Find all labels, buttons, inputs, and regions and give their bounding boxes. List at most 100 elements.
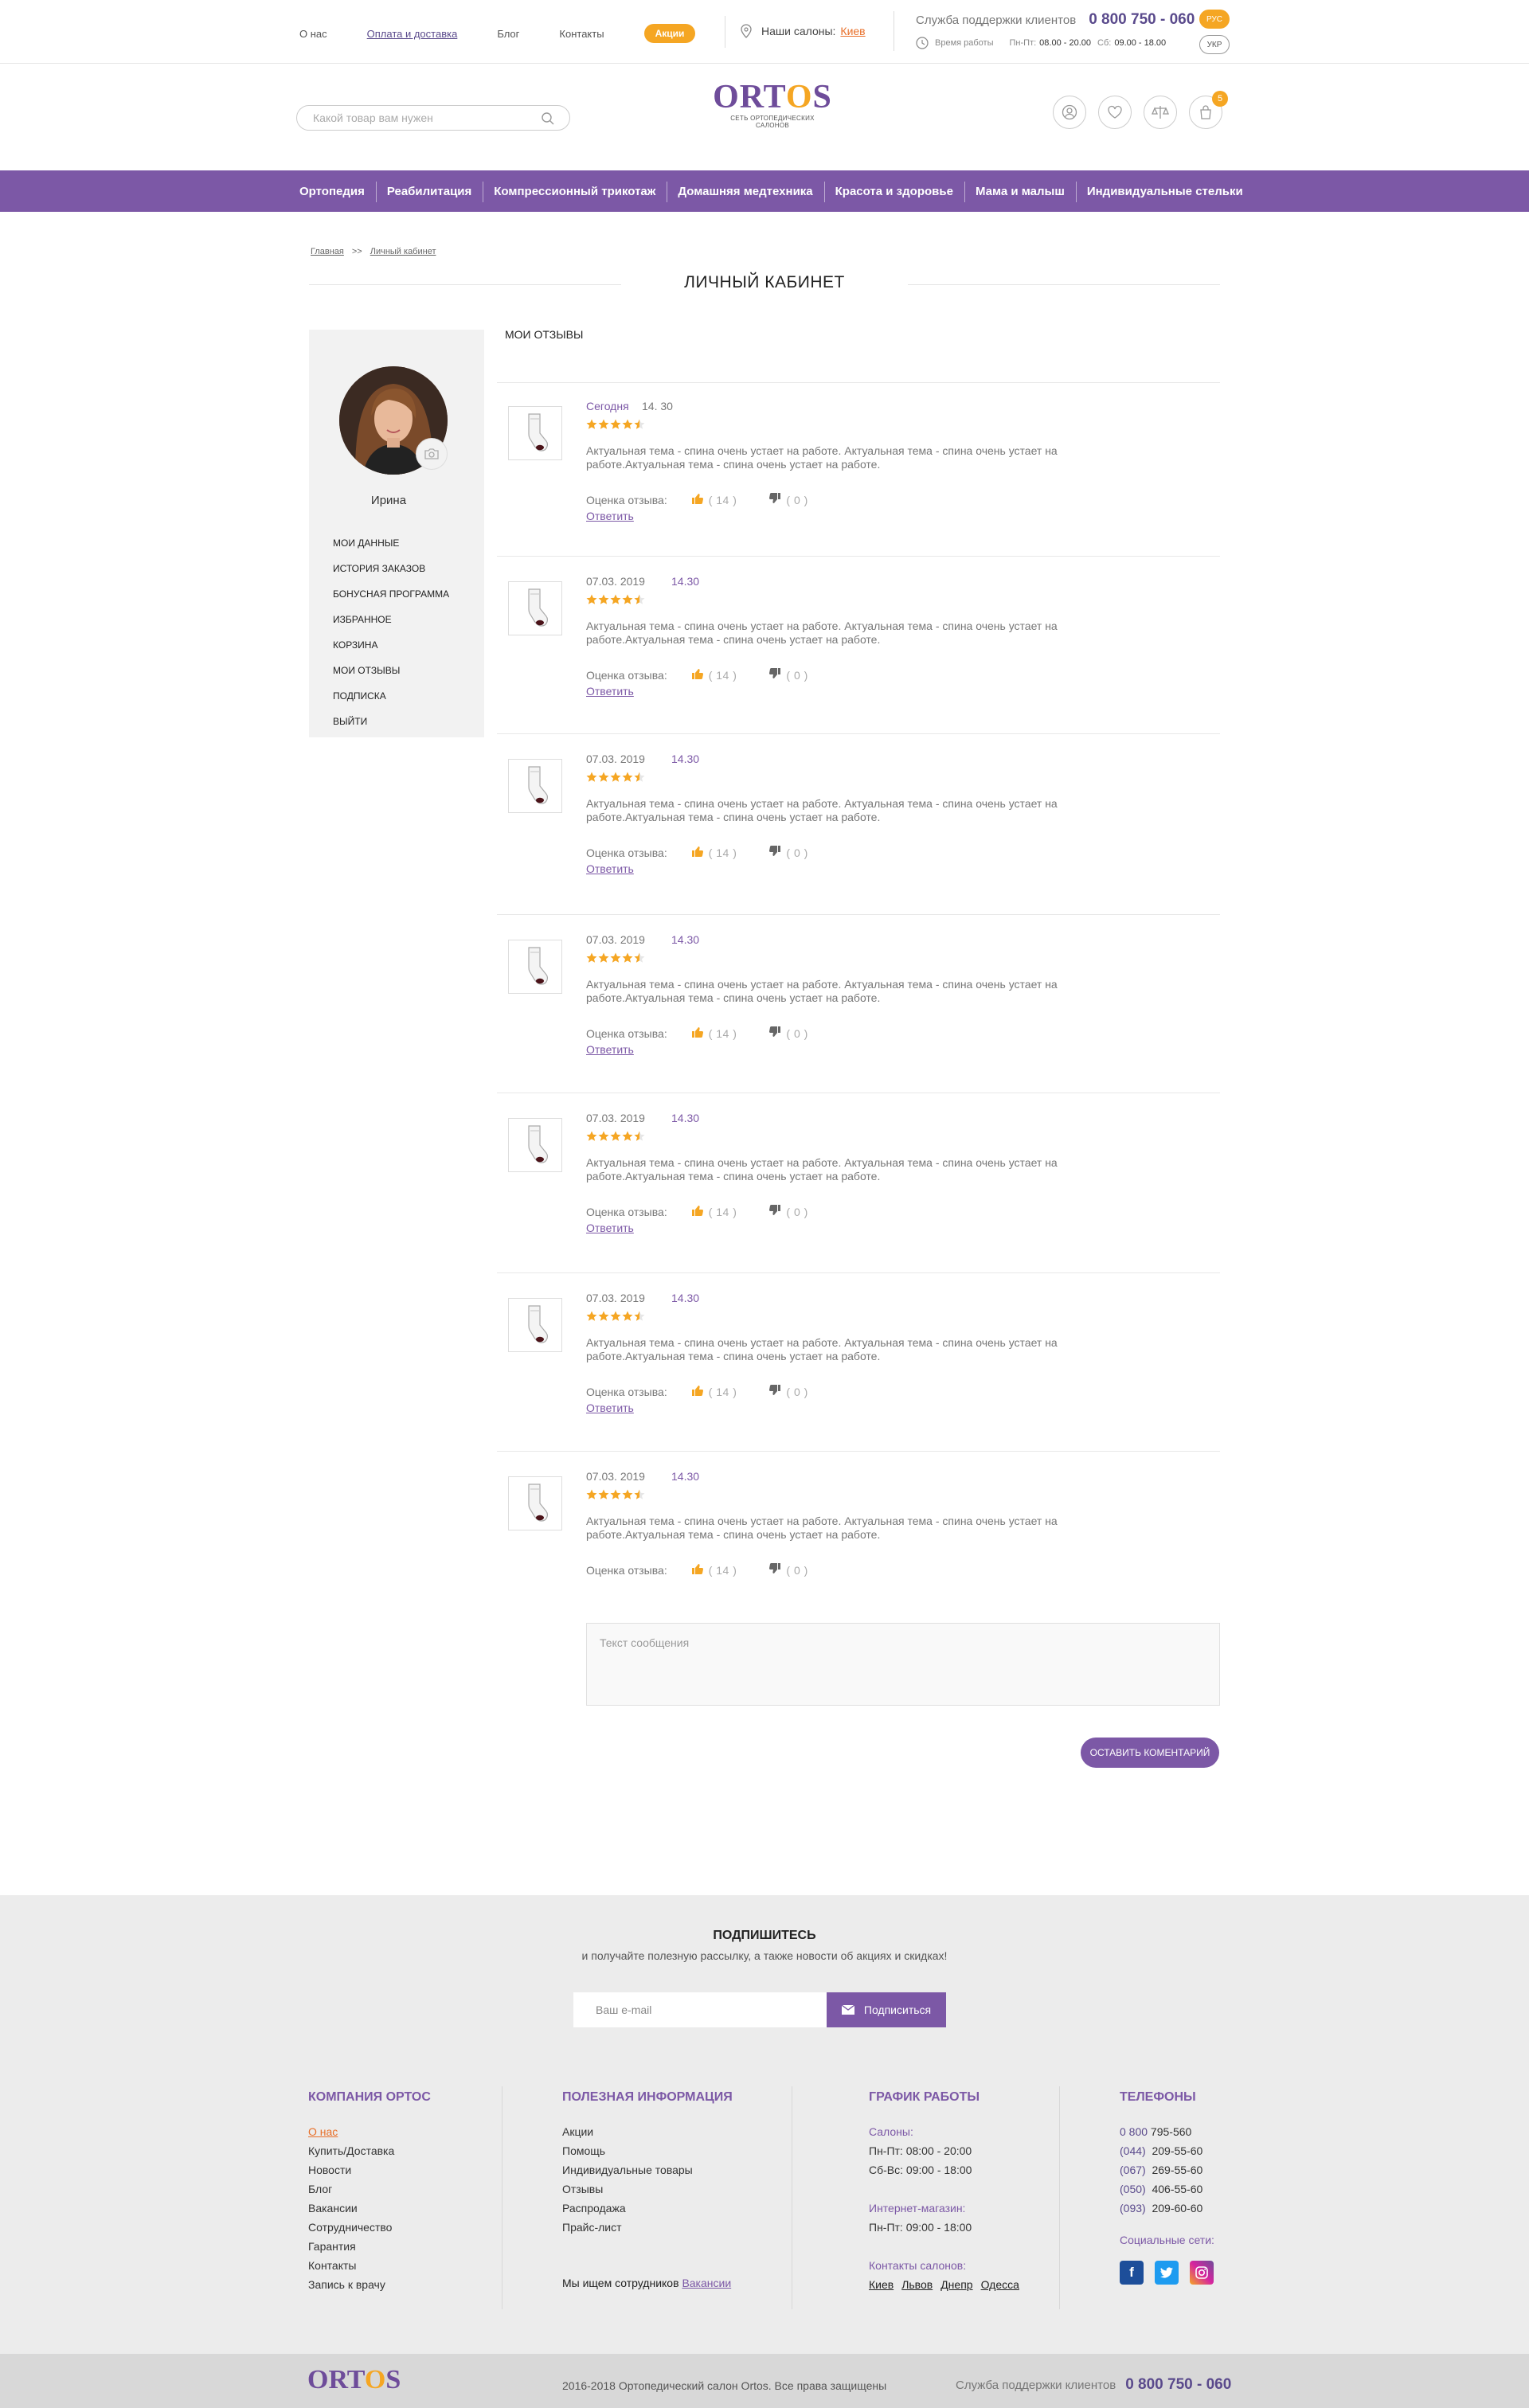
footer-link-help[interactable]: Помощь — [562, 2144, 733, 2164]
menu-item-bonus[interactable]: Бонусная программа — [333, 586, 449, 612]
jobs-link[interactable]: Вакансии — [682, 2277, 731, 2289]
footer-phone[interactable]: (044) 209-55-60 — [1120, 2144, 1225, 2164]
like-button[interactable]: ( 14 ) — [691, 845, 737, 860]
footer-logo[interactable]: ORTOS — [307, 2365, 401, 2395]
dislike-button[interactable]: ( 0 ) — [768, 492, 808, 507]
dislike-button[interactable]: ( 0 ) — [768, 667, 808, 682]
thumbs-up-icon — [691, 1384, 704, 1399]
footer-link-cooperation[interactable]: Сотрудничество — [308, 2221, 431, 2240]
product-thumbnail[interactable] — [508, 1476, 562, 1530]
nav-item-rehabilitation[interactable]: Реабилитация — [375, 181, 483, 202]
city-link-odesa[interactable]: Одесса — [981, 2278, 1019, 2291]
like-button[interactable]: ( 14 ) — [691, 1562, 737, 1577]
footer-link-appointment[interactable]: Запись к врачу — [308, 2278, 431, 2297]
footer-link-blog[interactable]: Блог — [308, 2183, 431, 2202]
menu-item-favorites[interactable]: Избранное — [333, 612, 449, 637]
product-thumbnail[interactable] — [508, 1118, 562, 1172]
top-link-contacts[interactable]: Контакты — [559, 28, 604, 40]
nav-item-compression[interactable]: Компрессионный трикотаж — [483, 181, 667, 202]
top-link-delivery[interactable]: Оплата и доставка — [367, 28, 458, 40]
like-button[interactable]: ( 14 ) — [691, 1026, 737, 1041]
product-thumbnail[interactable] — [508, 940, 562, 994]
support-phone[interactable]: 0 800 750 - 060 — [1089, 11, 1195, 28]
salons-label: Наши салоны: — [761, 25, 836, 37]
reply-link[interactable]: Ответить — [586, 685, 634, 698]
footer-link-reviews[interactable]: Отзывы — [562, 2183, 733, 2202]
menu-item-subscription[interactable]: Подписка — [333, 688, 449, 713]
menu-item-my-data[interactable]: Мои данные — [333, 535, 449, 561]
nav-item-insoles[interactable]: Индивидуальные стельки — [1075, 181, 1254, 202]
top-link-blog[interactable]: Блог — [497, 28, 519, 40]
twitter-icon[interactable] — [1155, 2261, 1179, 2285]
review-rating-controls: Оценка отзыва: ( 14 ) ( 0 ) — [586, 492, 808, 507]
footer-link-individual[interactable]: Индивидуальные товары — [562, 2164, 733, 2183]
like-button[interactable]: ( 14 ) — [691, 492, 737, 507]
email-field[interactable]: Ваш e-mail — [573, 1992, 827, 2027]
city-link[interactable]: Киев — [840, 25, 865, 37]
footer-link-contacts[interactable]: Контакты — [308, 2259, 431, 2278]
top-link-about[interactable]: О нас — [299, 28, 327, 40]
product-thumbnail[interactable] — [508, 406, 562, 460]
review-item: 07.03. 2019 14.30 Актуальная тема - спина … — [497, 575, 1220, 752]
menu-item-logout[interactable]: Выйти — [333, 713, 449, 739]
product-thumbnail[interactable] — [508, 759, 562, 813]
reply-link[interactable]: Ответить — [586, 1401, 634, 1414]
footer-link-news[interactable]: Новости — [308, 2164, 431, 2183]
footer-link-about[interactable]: О нас — [308, 2125, 431, 2144]
account-icon[interactable] — [1053, 96, 1086, 129]
reply-link[interactable]: Ответить — [586, 1043, 634, 1056]
nav-item-mom-baby[interactable]: Мама и малыш — [964, 181, 1076, 202]
nav-item-home-medtech[interactable]: Домашняя медтехника — [667, 181, 823, 202]
reply-link[interactable]: Ответить — [586, 510, 634, 522]
city-link-kyiv[interactable]: Киев — [869, 2278, 894, 2291]
site-logo[interactable]: ORTOS СЕТЬ ОРТОПЕДИЧЕСКИХ САЛОНОВ — [713, 80, 832, 129]
footer-link-sale[interactable]: Распродажа — [562, 2202, 733, 2221]
facebook-icon[interactable]: f — [1120, 2261, 1144, 2285]
nav-item-orthopedics[interactable]: Ортопедия — [299, 185, 376, 198]
footer-phone[interactable]: (050) 406-55-60 — [1120, 2183, 1225, 2202]
reply-link[interactable]: Ответить — [586, 862, 634, 875]
lang-ua-button[interactable]: УКР — [1199, 35, 1230, 54]
footer-company: КОМПАНИЯ ОРТОС О нас Купить/Доставка Нов… — [308, 2090, 431, 2297]
favorites-icon[interactable] — [1098, 96, 1132, 129]
bottom-phone[interactable]: 0 800 750 - 060 — [1125, 2376, 1231, 2393]
product-thumbnail[interactable] — [508, 1298, 562, 1352]
subscribe-button[interactable]: Подписиться — [827, 1992, 946, 2027]
nav-item-beauty-health[interactable]: Красота и здоровье — [823, 181, 964, 202]
search-input[interactable]: Какой товар вам нужен — [296, 105, 570, 131]
breadcrumb-home[interactable]: Главная — [311, 247, 344, 256]
breadcrumb-current[interactable]: Личный кабинет — [370, 247, 436, 256]
dislike-button[interactable]: ( 0 ) — [768, 1026, 808, 1041]
footer-link-promo[interactable]: Акции — [562, 2125, 733, 2144]
instagram-icon[interactable] — [1190, 2261, 1214, 2285]
menu-item-my-reviews[interactable]: Мои отзывы — [333, 663, 449, 688]
footer-phone[interactable]: (067) 269-55-60 — [1120, 2164, 1225, 2183]
dislike-button[interactable]: ( 0 ) — [768, 845, 808, 860]
lang-ru-button[interactable]: РУС — [1199, 10, 1230, 29]
camera-icon[interactable] — [416, 438, 448, 470]
city-link-lviv[interactable]: Львов — [901, 2278, 933, 2291]
dislike-button[interactable]: ( 0 ) — [768, 1384, 808, 1399]
menu-item-cart[interactable]: Корзина — [333, 637, 449, 663]
compare-icon[interactable] — [1144, 96, 1177, 129]
reply-link[interactable]: Ответить — [586, 1222, 634, 1234]
promo-button[interactable]: Акции — [643, 24, 696, 43]
dislike-button[interactable]: ( 0 ) — [768, 1562, 808, 1577]
search-icon[interactable] — [541, 111, 555, 126]
product-thumbnail[interactable] — [508, 581, 562, 635]
dislike-button[interactable]: ( 0 ) — [768, 1204, 808, 1219]
footer-link-buy[interactable]: Купить/Доставка — [308, 2144, 431, 2164]
like-button[interactable]: ( 14 ) — [691, 667, 737, 682]
page-title: ЛИЧНЫЙ КАБИНЕТ — [684, 273, 845, 291]
like-button[interactable]: ( 14 ) — [691, 1204, 737, 1219]
menu-item-order-history[interactable]: История заказов — [333, 561, 449, 586]
footer-phone[interactable]: (093) 209-60-60 — [1120, 2202, 1225, 2221]
footer-link-warranty[interactable]: Гарантия — [308, 2240, 431, 2259]
leave-comment-button[interactable]: Оставить коментарий — [1081, 1738, 1219, 1768]
footer-phone[interactable]: 0 800 795-560 — [1120, 2125, 1225, 2144]
city-link-dnipro[interactable]: Днепр — [940, 2278, 972, 2291]
comment-textarea[interactable]: Текст сообщения — [586, 1623, 1220, 1706]
like-button[interactable]: ( 14 ) — [691, 1384, 737, 1399]
footer-link-vacancies[interactable]: Вакансии — [308, 2202, 431, 2221]
footer-link-pricelist[interactable]: Прайс-лист — [562, 2221, 733, 2240]
